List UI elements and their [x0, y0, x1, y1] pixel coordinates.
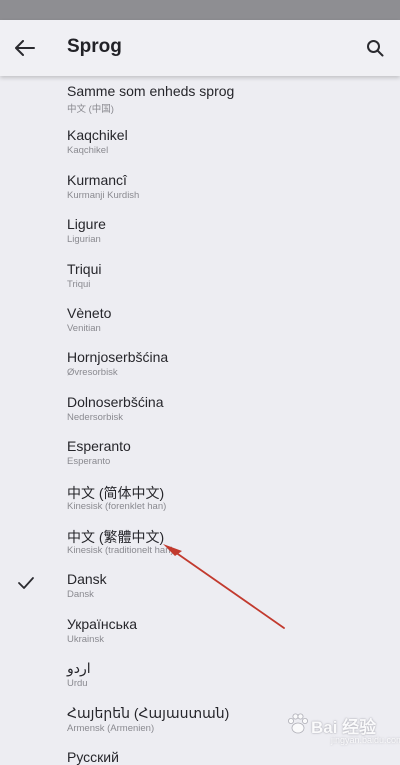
language-subtitle: Venitian: [67, 323, 101, 334]
arrow-left-icon: [15, 40, 35, 56]
language-name: Українська: [67, 615, 138, 632]
language-item[interactable]: Triqui Triqui: [0, 256, 400, 300]
language-subtitle: Øvresorbisk: [67, 367, 118, 379]
language-item[interactable]: Українська Ukrainsk: [0, 611, 400, 655]
language-name: Kurmancî: [67, 171, 127, 188]
language-name: 中文 (繁體中文): [67, 529, 165, 545]
language-name: Dolnoserbšćina: [67, 393, 164, 410]
language-item[interactable]: Dansk Dansk: [0, 566, 400, 610]
language-subtitle: Ligurian: [67, 234, 101, 246]
language-name: Samme som enheds sprog: [67, 83, 235, 99]
language-name: Kaqchikel: [67, 127, 128, 144]
language-name: Hornjoserbšćina: [67, 349, 169, 366]
language-item[interactable]: Esperanto Esperanto: [0, 433, 400, 477]
language-item[interactable]: 中文 (简体中文) Kinesisk (forenklet han): [0, 478, 400, 522]
check-icon: [18, 577, 34, 590]
language-item[interactable]: Hornjoserbšćina Øvresorbisk: [0, 344, 400, 388]
watermark-subtext: jingyan.baidu.com: [331, 735, 400, 745]
language-item[interactable]: Kurmancî Kurmanji Kurdish: [0, 167, 400, 211]
paw-icon: [288, 713, 308, 734]
language-name: 中文 (简体中文): [67, 484, 165, 501]
language-item[interactable]: Samme som enheds sprog 中文 (中国): [0, 78, 400, 122]
language-item[interactable]: اردو Urdu: [0, 655, 400, 699]
language-name: Triqui: [67, 260, 102, 277]
language-subtitle: Armensk (Armenien): [67, 722, 155, 734]
search-button[interactable]: [360, 34, 390, 62]
back-button[interactable]: [10, 34, 40, 62]
language-subtitle: Kinesisk (forenklet han): [67, 500, 167, 512]
language-list: Samme som enheds sprog 中文 (中国) Kaqchikel Ka…: [0, 76, 400, 765]
language-name: Dansk: [67, 571, 107, 588]
language-subtitle: Nedersorbisk: [67, 411, 123, 423]
language-item[interactable]: 中文 (繁體中文) Kinesisk (traditionelt han): [0, 522, 400, 566]
search-icon: [367, 40, 384, 57]
page-title: Sprog: [67, 36, 122, 57]
watermark: Bai 经验 jingyan.baidu.com: [285, 711, 400, 753]
language-name: اردو: [67, 660, 91, 677]
language-name: Հայերեն (Հայաստան): [67, 704, 230, 721]
language-subtitle: Ukrainsk: [67, 633, 104, 645]
language-item[interactable]: Ligure Ligurian: [0, 211, 400, 255]
language-subtitle: Triqui: [67, 278, 91, 290]
language-name: Vèneto: [67, 305, 112, 321]
language-subtitle: Kurmanji Kurdish: [67, 189, 140, 201]
language-subtitle: Dansk: [67, 589, 94, 601]
app-bar: Sprog: [0, 20, 400, 76]
language-subtitle: Kaqchikel: [67, 145, 109, 157]
status-bar: [0, 0, 400, 20]
language-subtitle: Esperanto: [67, 456, 111, 468]
language-subtitle: Urdu: [67, 678, 88, 690]
language-item[interactable]: Dolnoserbšćina Nedersorbisk: [0, 389, 400, 433]
language-name: Ligure: [67, 216, 106, 233]
language-item[interactable]: Kaqchikel Kaqchikel: [0, 122, 400, 166]
language-subtitle: 中文 (中国): [67, 104, 114, 115]
language-name: Русский: [67, 749, 119, 765]
language-item[interactable]: Vèneto Venitian: [0, 300, 400, 344]
language-subtitle: Kinesisk (traditionelt han): [67, 545, 174, 556]
language-name: Esperanto: [67, 438, 131, 455]
